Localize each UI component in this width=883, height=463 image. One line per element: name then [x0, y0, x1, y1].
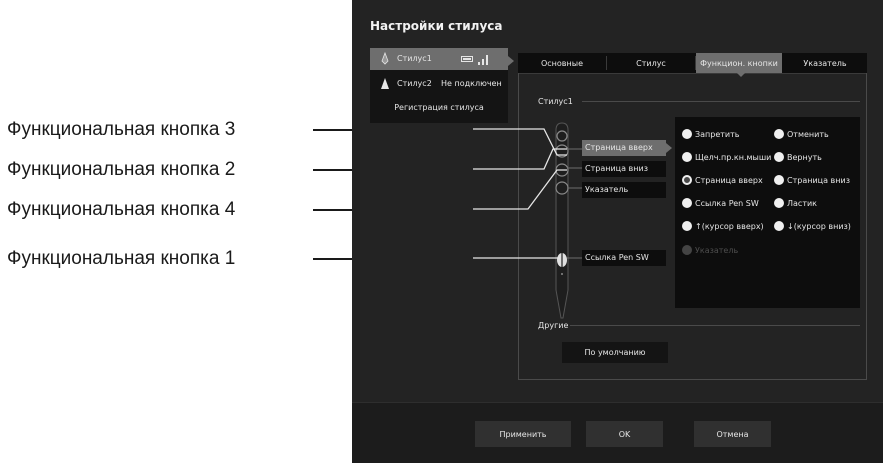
pen-button-4-select[interactable]: Ссылка Pen SW	[582, 250, 666, 266]
tab-basic[interactable]: Основные	[518, 53, 606, 73]
radio-icon	[682, 245, 692, 255]
stylus-icon	[380, 77, 390, 92]
apply-button[interactable]: Применить	[475, 421, 571, 447]
tab-function-buttons[interactable]: Функцион. кнопки	[696, 53, 782, 73]
tab-stylus[interactable]: Стилус	[607, 53, 695, 73]
connector-lines	[473, 128, 582, 259]
battery-icon	[461, 56, 473, 62]
tab-pointer[interactable]: Указатель	[783, 53, 867, 73]
callout-function-button-2: Функциональная кнопка 2	[7, 159, 236, 180]
section-stylus-label: Стилус1	[538, 97, 573, 106]
callout-function-button-3: Функциональная кнопка 3	[7, 119, 236, 140]
default-button[interactable]: По умолчанию	[562, 342, 668, 363]
pen-button-2-select[interactable]: Страница вниз	[582, 161, 666, 177]
section-other-label: Другие	[538, 321, 569, 330]
stylus-list: Стилус1 Стилус2 Не подключен Регистрация…	[370, 48, 508, 123]
radio-icon	[774, 152, 784, 162]
function-options-panel	[675, 117, 860, 308]
radio-icon	[774, 129, 784, 139]
radio-icon	[774, 175, 784, 185]
stylus-name: Стилус2	[397, 79, 432, 88]
radio-checked-icon	[682, 175, 692, 185]
section-other-rule	[570, 325, 860, 326]
stylus-icon	[380, 51, 390, 67]
selection-pointer-icon	[666, 143, 672, 153]
tab-bar: Основные Стилус Функцион. кнопки Указате…	[518, 53, 867, 74]
radio-icon	[774, 198, 784, 208]
selection-pointer-icon	[508, 56, 514, 66]
stylus-list-item-stylus2[interactable]: Стилус2 Не подключен	[370, 73, 508, 95]
callout-function-button-4: Функциональная кнопка 4	[7, 199, 236, 220]
radio-icon	[682, 198, 692, 208]
radio-icon	[682, 152, 692, 162]
radio-icon	[682, 221, 692, 231]
stylus-name: Стилус1	[397, 54, 432, 63]
stylus-list-item-stylus1[interactable]: Стилус1	[370, 48, 508, 70]
section-stylus-rule	[582, 101, 860, 102]
pen-button-3-select[interactable]: Указатель	[582, 182, 666, 198]
pen-button-1-select[interactable]: Страница вверх	[582, 140, 666, 156]
cancel-button[interactable]: Отмена	[694, 421, 771, 447]
stylus-status: Не подключен	[441, 79, 502, 88]
callout-function-button-1: Функциональная кнопка 1	[7, 248, 236, 269]
ok-button[interactable]: OK	[586, 421, 663, 447]
register-stylus-link[interactable]: Регистрация стилуса	[370, 103, 508, 112]
radio-icon	[682, 129, 692, 139]
radio-icon	[774, 221, 784, 231]
dialog-title: Настройки стилуса	[370, 19, 503, 33]
